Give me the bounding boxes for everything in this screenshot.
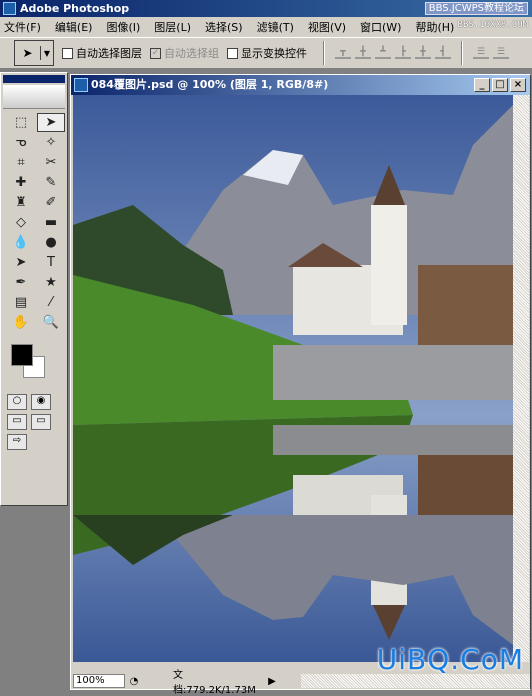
clone-stamp-icon[interactable]: ♜	[7, 193, 35, 212]
gradient-tool-icon[interactable]: ▬	[37, 213, 65, 232]
menu-edit[interactable]: 编辑(E)	[55, 19, 93, 35]
screen-mode-standard-icon[interactable]: ▭	[7, 414, 27, 430]
align-bottom-icon[interactable]: ┻	[375, 47, 391, 59]
app-title-bar: Adobe Photoshop BBS.JCWPS教程论坛	[0, 0, 532, 17]
tool-preset-picker[interactable]: ➤ ▼	[14, 40, 54, 66]
menu-window[interactable]: 窗口(W)	[360, 19, 401, 35]
options-bar: ➤ ▼ 自动选择图层 ✓ 自动选择组 显示变换控件 ┳ ╋ ┻ ┣ ╋ ┫ ☰ ☰	[0, 37, 532, 69]
menu-image[interactable]: 图像(I)	[106, 19, 140, 35]
brush-tool-icon[interactable]: ✎	[37, 173, 65, 192]
pen-tool-icon[interactable]: ✒	[7, 273, 35, 292]
lasso-tool-icon[interactable]: ᓀ	[7, 133, 35, 152]
document-title: 084覆图片.psd @ 100% (图层 1, RGB/8#)	[91, 78, 329, 91]
menu-filter[interactable]: 滤镜(T)	[257, 19, 294, 35]
divider	[461, 41, 463, 65]
auto-select-layer-label: 自动选择图层	[76, 47, 142, 60]
align-left-icon[interactable]: ┣	[395, 47, 411, 59]
hand-tool-icon[interactable]: ✋	[7, 313, 35, 332]
quick-mask-icon[interactable]: ◉	[31, 394, 51, 410]
healing-brush-icon[interactable]: ✚	[7, 173, 35, 192]
show-transform-label: 显示变换控件	[241, 47, 307, 60]
move-tool-icon[interactable]: ➤	[37, 113, 65, 132]
eyedropper-icon[interactable]: ⁄	[37, 293, 65, 312]
screen-mode-full-menu-icon[interactable]: ▭	[31, 414, 51, 430]
eraser-tool-icon[interactable]: ◇	[7, 213, 35, 232]
auto-select-layer-checkbox[interactable]: 自动选择图层	[62, 45, 142, 61]
menu-file[interactable]: 文件(F)	[4, 19, 41, 35]
vertical-scrollbar[interactable]	[513, 95, 529, 662]
foreground-color[interactable]	[11, 344, 33, 366]
document-size-info: 文档:779.2K/1.73M	[173, 670, 256, 696]
align-vcenter-icon[interactable]: ╋	[355, 47, 371, 59]
horizontal-scrollbar[interactable]	[301, 674, 530, 688]
watermark-bottom: UiBQ.CoM	[376, 643, 524, 676]
show-transform-checkbox[interactable]: 显示变换控件	[227, 45, 307, 61]
slice-tool-icon[interactable]: ✂	[37, 153, 65, 172]
align-right-icon[interactable]: ┫	[435, 47, 451, 59]
menu-help[interactable]: 帮助(H)	[415, 19, 454, 35]
toolbox: ⬚ ➤ ᓀ ✧ ⌗ ✂ ✚ ✎ ♜ ✐ ◇ ▬ 💧 ● ➤ T ✒ ★ ▤ ⁄ ✋ 🔍 ○ ◉ ▭ ▭ ⇨	[0, 72, 68, 506]
distribute-center-icon[interactable]: ☰	[493, 47, 509, 59]
menu-bar: 文件(F) 编辑(E) 图像(I) 图层(L) 选择(S) 滤镜(T) 视图(V…	[0, 17, 532, 37]
jump-to-imageready-icon[interactable]: ⇨	[7, 434, 27, 450]
auto-select-group-label: 自动选择组	[164, 47, 219, 60]
document-window: 084覆图片.psd @ 100% (图层 1, RGB/8#) _ □ × 100…	[70, 74, 531, 696]
align-hcenter-icon[interactable]: ╋	[415, 47, 431, 59]
play-arrow-icon[interactable]: ▶	[263, 676, 281, 687]
crop-tool-icon[interactable]: ⌗	[7, 153, 35, 172]
move-tool-icon: ➤	[15, 46, 41, 60]
dodge-tool-icon[interactable]: ●	[37, 233, 65, 252]
blur-tool-icon[interactable]: 💧	[7, 233, 35, 252]
document-icon	[74, 78, 88, 92]
landscape-reflection-image	[73, 95, 513, 662]
history-brush-icon[interactable]: ✐	[37, 193, 65, 212]
menu-view[interactable]: 视图(V)	[308, 19, 346, 35]
magic-wand-icon[interactable]: ✧	[37, 133, 65, 152]
marquee-tool-icon[interactable]: ⬚	[7, 113, 35, 132]
maximize-button[interactable]: □	[492, 78, 508, 92]
type-tool-icon[interactable]: T	[37, 253, 65, 272]
auto-select-group-checkbox[interactable]: ✓ 自动选择组	[150, 45, 219, 61]
align-top-icon[interactable]: ┳	[335, 47, 351, 59]
minimize-button[interactable]: _	[474, 78, 490, 92]
chevron-down-icon: ▼	[43, 48, 51, 58]
zoom-tool-icon[interactable]: 🔍	[37, 313, 65, 332]
close-button[interactable]: ×	[510, 78, 526, 92]
menu-select[interactable]: 选择(S)	[205, 19, 243, 35]
path-select-icon[interactable]: ➤	[7, 253, 35, 272]
standard-mode-icon[interactable]: ○	[7, 394, 27, 410]
status-menu-icon[interactable]: ◔	[125, 676, 143, 687]
feather-logo[interactable]	[3, 85, 65, 109]
shape-tool-icon[interactable]: ★	[37, 273, 65, 292]
photoshop-icon	[3, 2, 16, 15]
color-swatches	[7, 342, 61, 386]
watermark-top: BBS.JCWPS教程论坛	[424, 2, 528, 15]
toolbox-title[interactable]	[3, 75, 65, 83]
menu-layer[interactable]: 图层(L)	[154, 19, 191, 35]
app-title: Adobe Photoshop	[20, 2, 130, 15]
notes-tool-icon[interactable]: ▤	[7, 293, 35, 312]
distribute-top-icon[interactable]: ☰	[473, 47, 489, 59]
document-title-bar[interactable]: 084覆图片.psd @ 100% (图层 1, RGB/8#) _ □ ×	[71, 75, 530, 95]
divider	[323, 41, 325, 65]
image-canvas[interactable]	[73, 95, 513, 662]
watermark-top2: BBS.16XX8.COM	[457, 20, 528, 30]
zoom-level-field[interactable]: 100%	[73, 674, 125, 688]
